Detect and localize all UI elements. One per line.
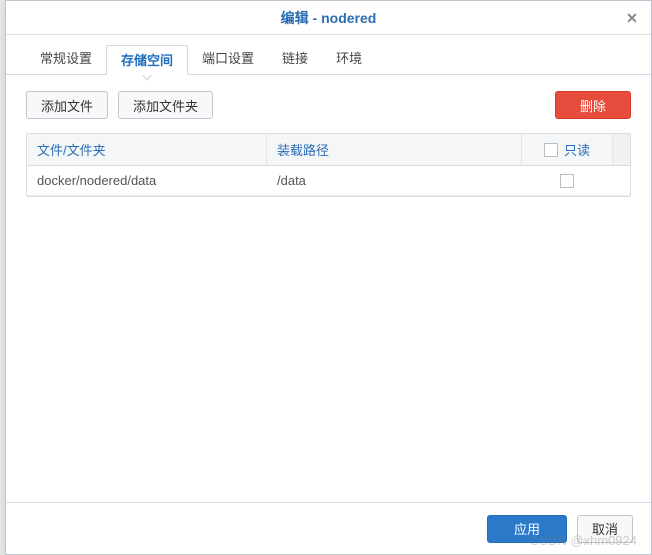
toolbar: 添加文件 添加文件夹 删除 — [26, 91, 631, 119]
table-row[interactable]: docker/nodered/data /data — [27, 166, 630, 196]
dialog-footer: 应用 取消 — [6, 502, 651, 554]
readonly-checkbox[interactable] — [560, 174, 574, 188]
dialog: 编辑 - nodered ✕ 常规设置 存储空间 端口设置 链接 环境 添加文件… — [5, 0, 652, 555]
header-readonly[interactable]: 只读 — [522, 134, 612, 165]
header-mount[interactable]: 装载路径 — [267, 134, 522, 165]
tab-label: 常规设置 — [40, 51, 92, 66]
tab-general[interactable]: 常规设置 — [26, 44, 106, 74]
content-area: 添加文件 添加文件夹 删除 文件/文件夹 装载路径 只读 docker/node… — [6, 75, 651, 502]
close-icon: ✕ — [626, 10, 638, 27]
tab-environment[interactable]: 环境 — [322, 44, 376, 74]
volume-table: 文件/文件夹 装载路径 只读 docker/nodered/data /data — [26, 133, 631, 197]
dialog-title: 编辑 - nodered — [281, 8, 377, 28]
tab-label: 存储空间 — [121, 53, 173, 68]
tab-bar: 常规设置 存储空间 端口设置 链接 环境 — [6, 35, 651, 75]
scrollbar-space — [612, 166, 630, 195]
delete-button[interactable]: 删除 — [555, 91, 631, 119]
titlebar: 编辑 - nodered ✕ — [6, 1, 651, 35]
table-header: 文件/文件夹 装载路径 只读 — [27, 134, 630, 166]
readonly-header-checkbox[interactable] — [544, 143, 558, 157]
add-file-button[interactable]: 添加文件 — [26, 91, 108, 119]
scrollbar-track[interactable] — [612, 134, 630, 165]
tab-label: 端口设置 — [202, 51, 254, 66]
header-readonly-label: 只读 — [564, 140, 590, 159]
tab-volume[interactable]: 存储空间 — [106, 45, 188, 75]
cell-path: docker/nodered/data — [27, 166, 267, 195]
header-path[interactable]: 文件/文件夹 — [27, 134, 267, 165]
apply-button[interactable]: 应用 — [487, 515, 567, 543]
close-button[interactable]: ✕ — [621, 7, 643, 29]
cancel-button[interactable]: 取消 — [577, 515, 633, 543]
tab-label: 环境 — [336, 51, 362, 66]
cell-mount: /data — [267, 166, 522, 195]
cell-readonly — [522, 166, 612, 195]
tab-label: 链接 — [282, 51, 308, 66]
add-folder-button[interactable]: 添加文件夹 — [118, 91, 213, 119]
tab-port[interactable]: 端口设置 — [188, 44, 268, 74]
tab-links[interactable]: 链接 — [268, 44, 322, 74]
